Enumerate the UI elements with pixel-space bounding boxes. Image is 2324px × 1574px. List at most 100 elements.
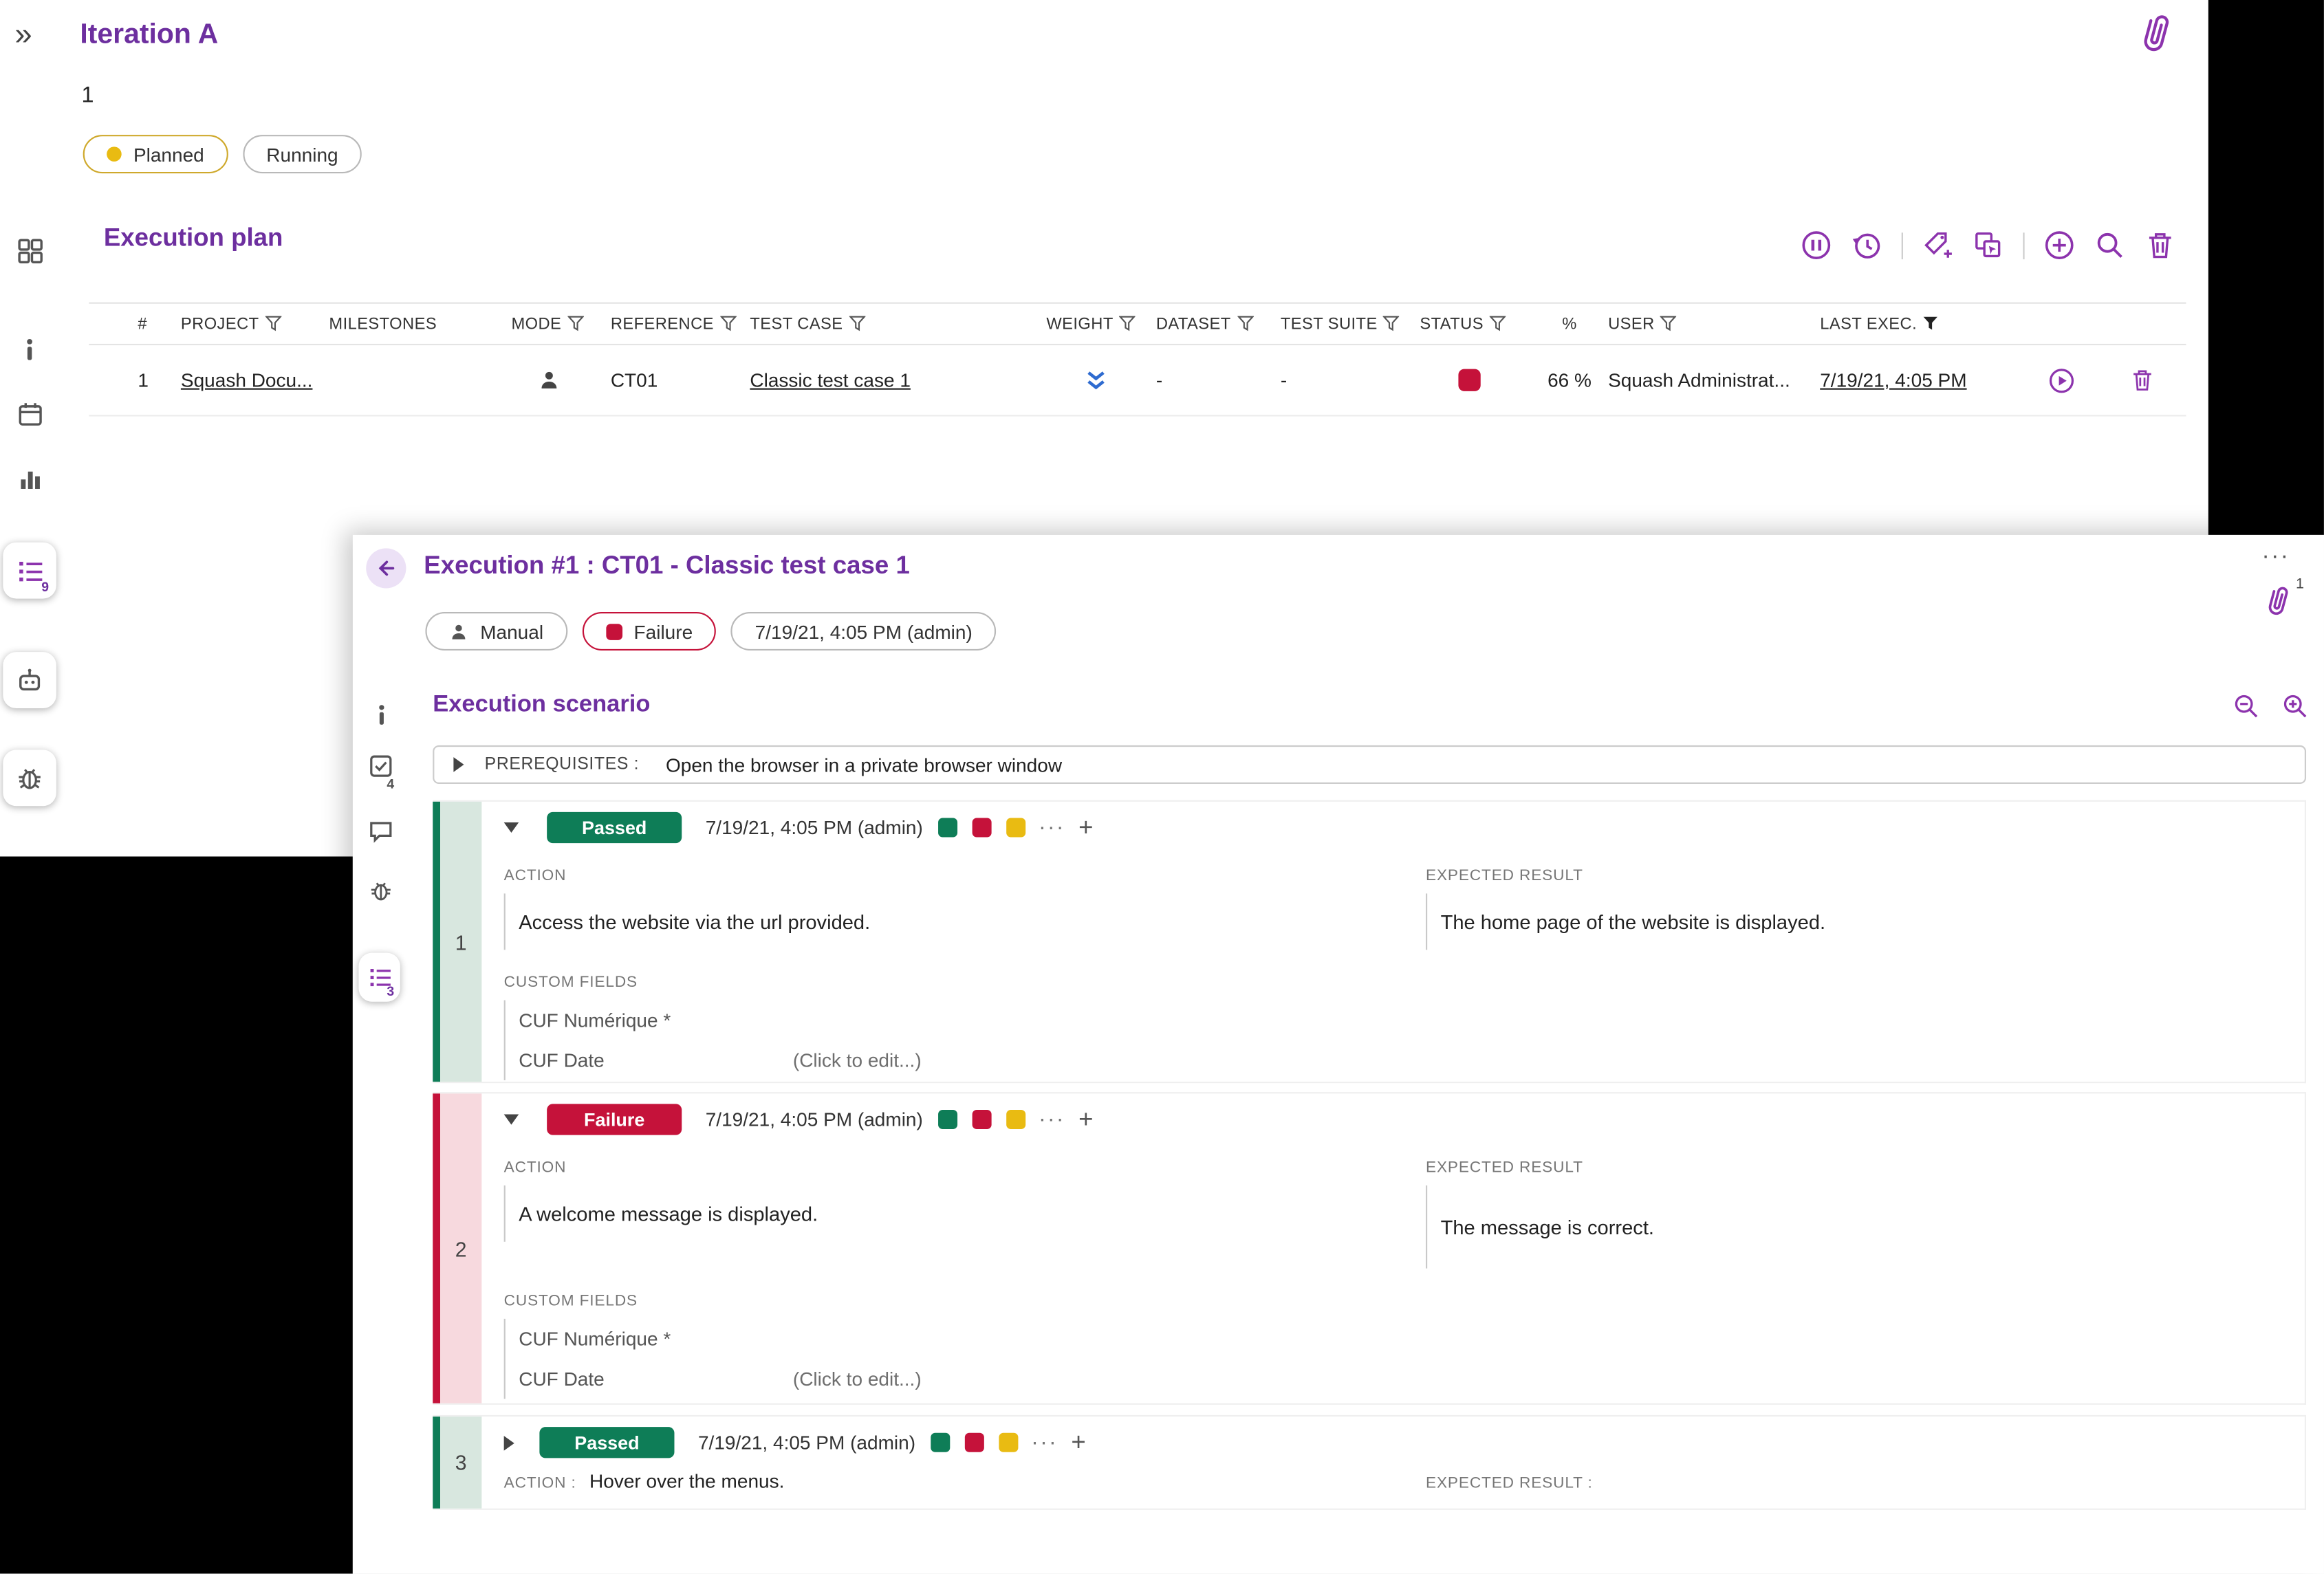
info-icon[interactable] — [15, 338, 45, 361]
tab-information-icon[interactable] — [366, 704, 395, 726]
mark-blocked-icon[interactable] — [1006, 818, 1025, 838]
filter-icon[interactable] — [720, 316, 737, 332]
mark-blocked-icon[interactable] — [999, 1433, 1018, 1452]
more-options-icon[interactable]: ··· — [2261, 544, 2290, 571]
cuf-date-value[interactable]: (Click to edit...) — [793, 1368, 922, 1390]
execution-date-pill: 7/19/21, 4:05 PM (admin) — [731, 612, 996, 651]
column-header-test-suite[interactable]: TEST SUITE — [1281, 315, 1420, 333]
bug-report-button[interactable] — [3, 750, 56, 806]
cuf-date-field[interactable]: CUF Date — [519, 1049, 793, 1071]
column-header-last-exec[interactable]: LAST EXEC. — [1810, 315, 2017, 333]
expected-result-field[interactable]: The home page of the website is displaye… — [1426, 893, 2293, 950]
planned-status-pill[interactable]: Planned — [83, 135, 228, 173]
mark-passed-icon[interactable] — [931, 1433, 950, 1452]
last-exec-link[interactable]: 7/19/21, 4:05 PM — [1810, 369, 2017, 391]
expected-result-field[interactable]: The message is correct. — [1426, 1185, 2293, 1269]
filter-icon[interactable] — [849, 316, 865, 332]
run-execution-icon[interactable] — [2048, 367, 2075, 393]
table-row[interactable]: 1 Squash Docu... CT01 Classic test case … — [89, 345, 2186, 416]
column-header-status[interactable]: STATUS — [1420, 315, 1541, 333]
filter-icon[interactable] — [1119, 316, 1136, 332]
tab-scenario-selected[interactable]: 3 — [358, 953, 400, 1002]
status-cell[interactable] — [1420, 369, 1541, 391]
execution-history-icon[interactable] — [1851, 230, 1882, 261]
expand-step-icon[interactable] — [504, 1435, 514, 1450]
attach-tag-icon[interactable] — [1922, 230, 1953, 261]
column-header-percent[interactable]: % — [1541, 315, 1598, 333]
filter-icon[interactable] — [265, 316, 281, 332]
column-header-project[interactable]: PROJECT — [181, 315, 329, 333]
pause-execution-icon[interactable] — [1801, 230, 1832, 261]
mark-failure-icon[interactable] — [964, 1433, 984, 1452]
mark-blocked-icon[interactable] — [1006, 1110, 1025, 1129]
filter-active-icon[interactable] — [1923, 316, 1940, 332]
execution-status-pill[interactable]: Failure — [582, 612, 717, 651]
column-header-user[interactable]: USER — [1598, 315, 1810, 333]
mark-passed-icon[interactable] — [937, 1110, 957, 1129]
filter-icon[interactable] — [1660, 316, 1677, 332]
add-step-icon[interactable]: + — [1078, 1104, 1093, 1134]
step-menu-icon[interactable]: ··· — [1039, 1107, 1065, 1133]
back-button[interactable] — [366, 548, 406, 588]
column-header-test-case[interactable]: TEST CASE — [750, 315, 1046, 333]
zoom-out-icon[interactable] — [2232, 692, 2260, 720]
mark-failure-icon[interactable] — [972, 818, 991, 838]
page-item-count: 1 — [82, 83, 94, 109]
cuf-date-value[interactable]: (Click to edit...) — [793, 1049, 922, 1071]
cuf-numeric-field[interactable]: CUF Numérique * — [519, 1009, 793, 1031]
column-header-num[interactable]: # — [89, 315, 181, 333]
filter-icon[interactable] — [1383, 316, 1400, 332]
execution-info-pills: Manual Failure 7/19/21, 4:05 PM (admin) — [425, 612, 996, 651]
toolbar-divider — [1902, 232, 1903, 259]
mark-failure-icon[interactable] — [972, 1110, 991, 1129]
action-text-field[interactable]: Access the website via the url provided. — [504, 893, 1426, 950]
running-status-pill[interactable]: Running — [243, 135, 362, 173]
tab-issues-icon[interactable] — [366, 879, 395, 902]
dashboard-icon[interactable] — [15, 239, 45, 264]
column-header-milestones[interactable]: MILESTONES — [329, 315, 511, 333]
attachments-icon[interactable] — [2261, 581, 2294, 622]
column-header-dataset[interactable]: DATASET — [1156, 315, 1281, 333]
cuf-numeric-field[interactable]: CUF Numérique * — [519, 1328, 793, 1350]
column-header-mode[interactable]: MODE — [511, 315, 610, 333]
dataset-cell: - — [1156, 369, 1281, 391]
add-step-icon[interactable]: + — [1078, 813, 1093, 842]
filter-icon[interactable] — [567, 316, 584, 332]
filter-icon[interactable] — [1237, 316, 1253, 332]
project-link[interactable]: Squash Docu... — [181, 369, 329, 391]
add-item-icon[interactable] — [2044, 230, 2075, 261]
expand-sidebar-icon[interactable]: » — [15, 18, 32, 54]
tab-comments-icon[interactable] — [366, 820, 395, 843]
run-multiple-icon[interactable] — [1973, 230, 2003, 261]
column-header-reference[interactable]: REFERENCE — [611, 315, 750, 333]
execution-plan-toolbar — [1801, 230, 2175, 261]
cuf-date-row: CUF Date(Click to edit...) — [506, 1359, 2293, 1399]
step-status-badge[interactable]: Failure — [547, 1104, 682, 1135]
mark-passed-icon[interactable] — [937, 818, 957, 838]
cuf-date-field[interactable]: CUF Date — [519, 1368, 793, 1390]
tab-verifications-icon[interactable]: 4 — [366, 754, 395, 778]
calendar-icon[interactable] — [15, 402, 45, 427]
zoom-in-icon[interactable] — [2281, 692, 2309, 720]
automated-suites-button[interactable] — [3, 652, 56, 708]
action-text-field[interactable]: A welcome message is displayed. — [504, 1185, 1426, 1242]
collapse-step-icon[interactable] — [504, 1114, 519, 1124]
add-step-icon[interactable]: + — [1071, 1428, 1085, 1457]
chart-icon[interactable] — [15, 466, 45, 491]
delete-icon[interactable] — [2144, 230, 2175, 261]
test-case-link[interactable]: Classic test case 1 — [750, 369, 1046, 391]
step-menu-icon[interactable]: ··· — [1031, 1430, 1058, 1455]
sidebar-item-execution-plan[interactable]: 9 — [3, 543, 56, 599]
search-icon[interactable] — [2094, 230, 2125, 261]
step-menu-icon[interactable]: ··· — [1039, 815, 1065, 840]
expand-prerequisites-icon[interactable] — [453, 757, 464, 772]
expected-result-label: EXPECTED RESULT : — [1426, 1474, 1593, 1492]
filter-icon[interactable] — [1490, 316, 1506, 332]
collapse-step-icon[interactable] — [504, 822, 519, 833]
step-status-badge[interactable]: Passed — [539, 1427, 674, 1458]
attachments-icon[interactable] — [2133, 8, 2177, 60]
delete-row-icon[interactable] — [2130, 367, 2155, 393]
step-status-bar — [433, 1093, 440, 1403]
step-status-badge[interactable]: Passed — [547, 812, 682, 843]
column-header-weight[interactable]: WEIGHT — [1046, 315, 1155, 333]
